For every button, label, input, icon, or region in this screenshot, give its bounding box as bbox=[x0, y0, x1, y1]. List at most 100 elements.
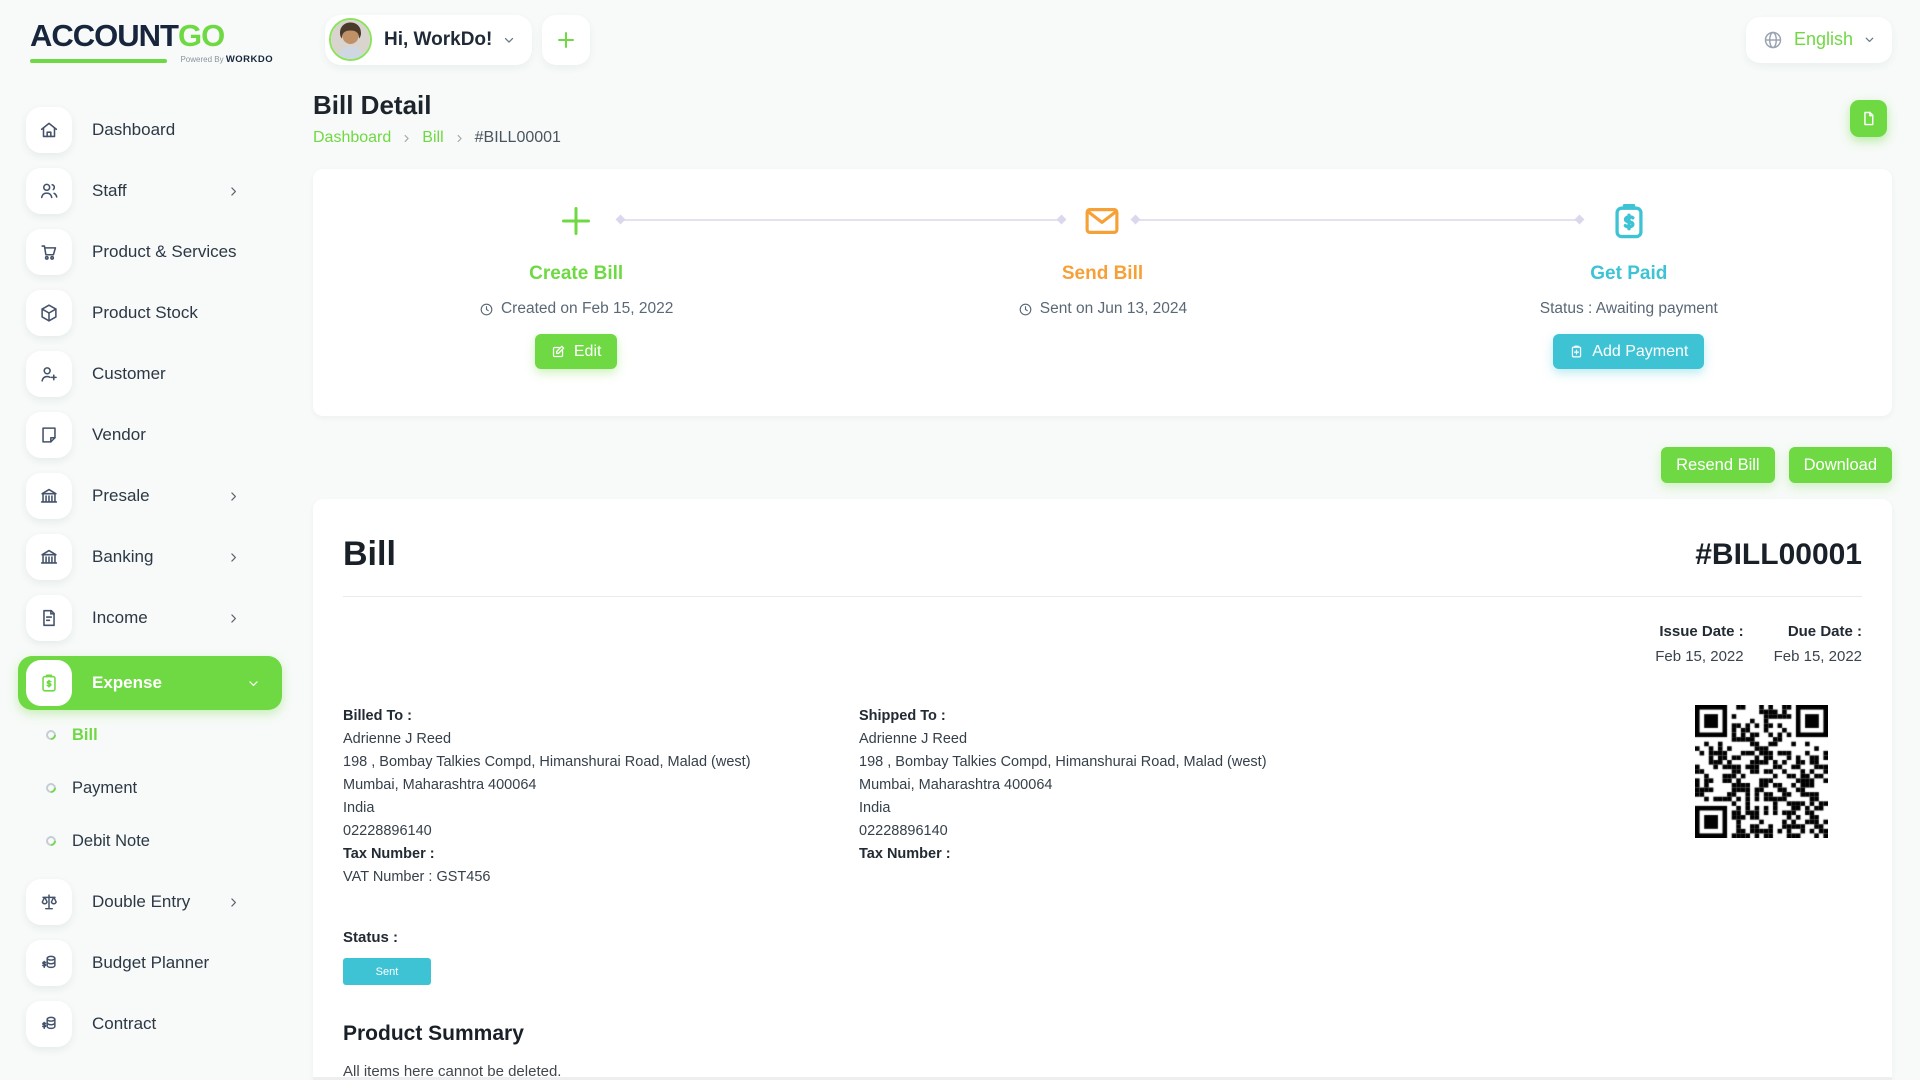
bill-card-header: Bill #BILL00001 bbox=[343, 529, 1862, 597]
sidebar-menu: Dashboard Staff Product & Services bbox=[0, 107, 282, 1047]
billed-to-tax-label: Tax Number : bbox=[343, 843, 859, 866]
sidebar-item-product-services[interactable]: Product & Services bbox=[26, 229, 282, 275]
clipboard-icon bbox=[1569, 344, 1584, 359]
submenu-item-payment[interactable]: Payment bbox=[46, 773, 282, 803]
issue-date: Issue Date : Feb 15, 2022 bbox=[1655, 623, 1743, 665]
sidebar-item-label: Customer bbox=[92, 364, 166, 384]
sidebar-item-label: Product & Services bbox=[92, 242, 237, 262]
document-icon bbox=[26, 595, 72, 641]
bill-heading: Bill bbox=[343, 535, 396, 574]
sidebar-item-income[interactable]: Income bbox=[26, 595, 282, 641]
bill-actions: Resend Bill Download bbox=[313, 447, 1892, 483]
chevron-down-icon bbox=[1863, 33, 1876, 46]
due-date-value: Feb 15, 2022 bbox=[1774, 648, 1862, 665]
submenu-item-bill[interactable]: Bill bbox=[46, 720, 282, 750]
add-payment-button[interactable]: Add Payment bbox=[1553, 334, 1704, 369]
step-connector bbox=[1135, 219, 1580, 221]
sidebar-item-label: Product Stock bbox=[92, 303, 198, 323]
topbar: Hi, WorkDo! English bbox=[313, 0, 1892, 66]
bill-parties: Billed To : Adrienne J Reed 198 , Bombay… bbox=[343, 705, 1862, 889]
billed-to-block: Billed To : Adrienne J Reed 198 , Bombay… bbox=[343, 705, 859, 889]
sidebar-item-budget-planner[interactable]: Budget Planner bbox=[26, 940, 282, 986]
app-root: ACCOUNTGO Powered By WORKDO Dashboard bbox=[0, 0, 1920, 1080]
product-summary-title: Product Summary bbox=[343, 1022, 1862, 1046]
edit-bill-button[interactable]: Edit bbox=[535, 334, 618, 369]
step-send-bill: Send Bill Sent on Jun 13, 2024 bbox=[839, 169, 1365, 416]
cart-icon bbox=[26, 229, 72, 275]
main-content: Hi, WorkDo! English Bill Detail bbox=[282, 0, 1920, 1080]
user-greeting: Hi, WorkDo! bbox=[384, 29, 492, 51]
chevron-right-icon bbox=[227, 551, 240, 564]
billed-to-name: Adrienne J Reed bbox=[343, 728, 859, 751]
sidebar-item-label: Budget Planner bbox=[92, 953, 209, 973]
billed-to-country: India bbox=[343, 797, 859, 820]
download-button[interactable]: Download bbox=[1789, 447, 1892, 483]
sidebar-item-expense[interactable]: Expense bbox=[18, 656, 282, 710]
cube-icon bbox=[26, 290, 72, 336]
sidebar-item-double-entry[interactable]: Double Entry bbox=[26, 879, 282, 925]
sidebar-item-label: Presale bbox=[92, 486, 150, 506]
step-info-text: Sent on Jun 13, 2024 bbox=[1040, 300, 1187, 318]
avatar bbox=[329, 18, 372, 61]
shipped-to-block: Shipped To : Adrienne J Reed 198 , Bomba… bbox=[859, 705, 1375, 889]
chevron-right-icon bbox=[227, 612, 240, 625]
powered-by-text: Powered By bbox=[180, 55, 223, 64]
envelope-icon bbox=[1081, 193, 1123, 249]
sidebar-item-contract[interactable]: Contract bbox=[26, 1001, 282, 1047]
breadcrumb-bill[interactable]: Bill bbox=[422, 129, 443, 147]
chevron-down-icon bbox=[502, 33, 516, 47]
user-menu[interactable]: Hi, WorkDo! bbox=[325, 15, 532, 65]
sidebar-item-vendor[interactable]: Vendor bbox=[26, 412, 282, 458]
status-badge: Sent bbox=[343, 958, 431, 985]
shipped-to-label: Shipped To : bbox=[859, 705, 1375, 728]
language-label: English bbox=[1794, 29, 1853, 50]
submenu-item-debit-note[interactable]: Debit Note bbox=[46, 826, 282, 856]
sidebar-item-label: Staff bbox=[92, 181, 127, 201]
add-button[interactable] bbox=[542, 15, 590, 65]
qr-code-wrap bbox=[1695, 705, 1862, 889]
bill-status: Status : Sent bbox=[343, 929, 1862, 985]
billed-to-phone: 02228896140 bbox=[343, 820, 859, 843]
step-info: Sent on Jun 13, 2024 bbox=[1018, 300, 1187, 318]
step-connector bbox=[620, 219, 1062, 221]
status-label: Status : bbox=[343, 929, 1862, 946]
edit-icon bbox=[551, 344, 566, 359]
step-info: Status : Awaiting payment bbox=[1540, 300, 1718, 318]
sidebar-item-banking[interactable]: Banking bbox=[26, 534, 282, 580]
bullet-icon bbox=[44, 781, 58, 795]
brand-powered-by: Powered By WORKDO bbox=[180, 54, 273, 65]
sidebar-item-product-stock[interactable]: Product Stock bbox=[26, 290, 282, 336]
sidebar: ACCOUNTGO Powered By WORKDO Dashboard bbox=[0, 0, 282, 1080]
due-date-label: Due Date : bbox=[1774, 623, 1862, 640]
issue-date-value: Feb 15, 2022 bbox=[1655, 648, 1743, 665]
bill-dates: Issue Date : Feb 15, 2022 Due Date : Feb… bbox=[343, 623, 1862, 665]
sidebar-item-presale[interactable]: Presale bbox=[26, 473, 282, 519]
brand-logo[interactable]: ACCOUNTGO Powered By WORKDO bbox=[0, 20, 282, 69]
sidebar-item-customer[interactable]: Customer bbox=[26, 351, 282, 397]
bill-number: #BILL00001 bbox=[1695, 538, 1862, 572]
billed-to-label: Billed To : bbox=[343, 705, 859, 728]
step-info-text: Status : Awaiting payment bbox=[1540, 300, 1718, 318]
step-create-bill: Create Bill Created on Feb 15, 2022 Edit bbox=[313, 169, 839, 416]
chevron-right-icon bbox=[227, 490, 240, 503]
resend-bill-button[interactable]: Resend Bill bbox=[1661, 447, 1774, 483]
chevron-right-icon bbox=[227, 185, 240, 198]
submenu-item-label: Bill bbox=[72, 726, 98, 745]
globe-icon bbox=[1762, 29, 1784, 51]
billed-to-tax-value: VAT Number : GST456 bbox=[343, 866, 859, 889]
sidebar-item-dashboard[interactable]: Dashboard bbox=[26, 107, 282, 153]
document-action-button[interactable] bbox=[1850, 100, 1887, 137]
clock-icon bbox=[1018, 302, 1033, 317]
breadcrumb: Dashboard Bill #BILL00001 bbox=[313, 129, 1892, 147]
page-head: Bill Detail Dashboard Bill #BILL00001 bbox=[313, 90, 1892, 147]
users-icon bbox=[26, 168, 72, 214]
sidebar-item-staff[interactable]: Staff bbox=[26, 168, 282, 214]
clipboard-dollar-icon bbox=[1607, 193, 1651, 249]
bill-detail-card: Bill #BILL00001 Issue Date : Feb 15, 202… bbox=[313, 499, 1892, 1080]
language-selector[interactable]: English bbox=[1746, 17, 1892, 63]
breadcrumb-dashboard[interactable]: Dashboard bbox=[313, 129, 391, 147]
steps-row: Create Bill Created on Feb 15, 2022 Edit bbox=[313, 169, 1892, 416]
issue-date-label: Issue Date : bbox=[1655, 623, 1743, 640]
breadcrumb-current: #BILL00001 bbox=[475, 129, 561, 147]
sidebar-item-label: Dashboard bbox=[92, 120, 175, 140]
